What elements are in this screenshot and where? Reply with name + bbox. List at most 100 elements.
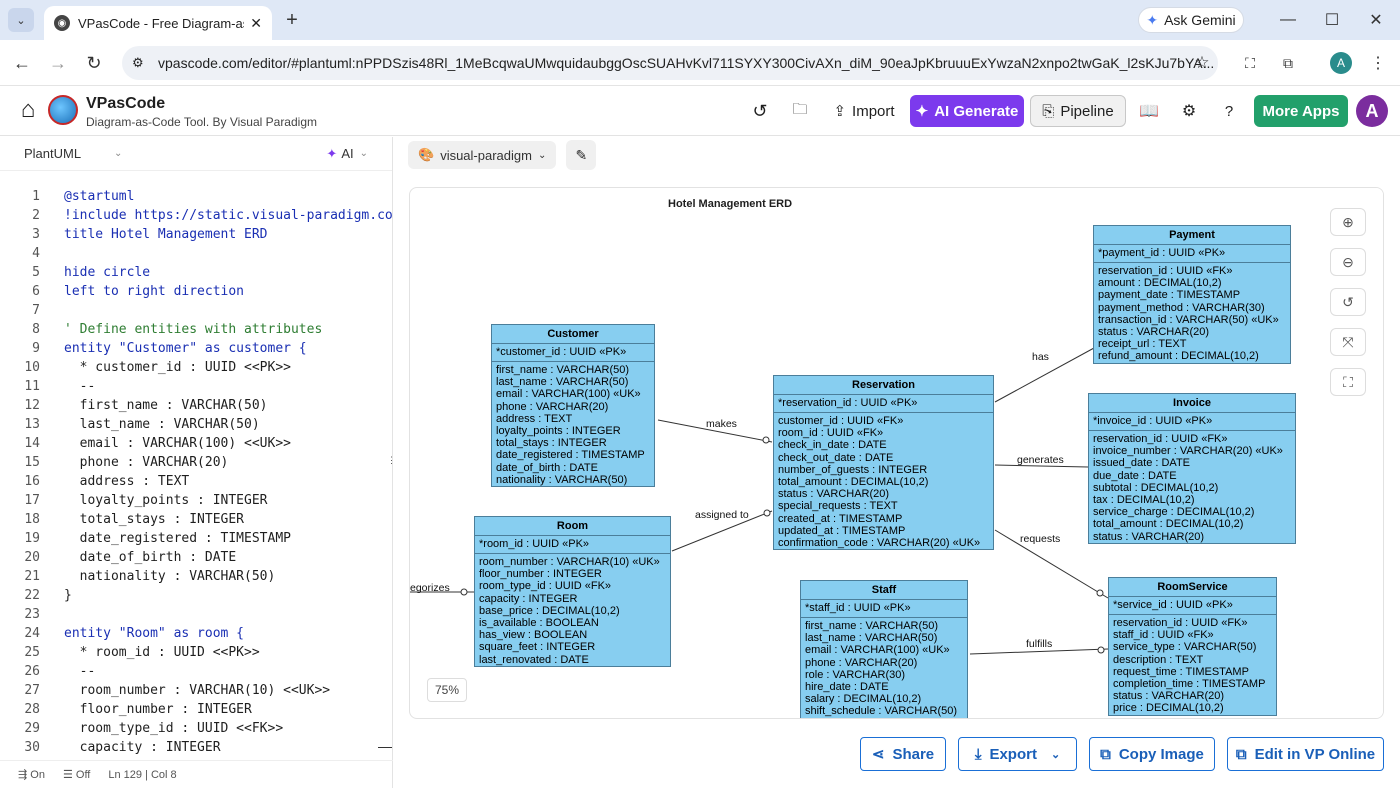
entity-reservation[interactable]: Reservation *reservation_id : UUID «PK» cu…: [773, 375, 994, 551]
maximize-icon[interactable]: ☐: [1320, 8, 1344, 32]
open-folder-icon[interactable]: 🗀: [786, 95, 814, 127]
pipeline-button[interactable]: ⎘ Pipeline: [1030, 95, 1126, 127]
entity-customer[interactable]: Customer *customer_id : UUID «PK» first_na…: [491, 324, 655, 488]
profile-avatar[interactable]: A: [1330, 52, 1352, 74]
chevron-down-icon[interactable]: ⌄: [114, 148, 122, 159]
line-number: 12: [24, 398, 40, 413]
download-icon: ⤓: [974, 745, 982, 763]
minimap-toggle[interactable]: ☰ Off: [63, 768, 90, 781]
fit-screen-icon[interactable]: ⤧: [1330, 328, 1366, 356]
entity-payment[interactable]: Payment *payment_id : UUID «PK» reservatio…: [1093, 225, 1291, 364]
sparkle-icon: ✦: [915, 103, 929, 120]
code-area[interactable]: 1 @startuml 2 !include https://static.visua…: [0, 187, 393, 757]
tab-search-icon[interactable]: ⌄: [8, 8, 34, 32]
screenshot-icon[interactable]: ⛶: [1238, 51, 1262, 75]
ai-menu-button[interactable]: AI: [341, 146, 353, 161]
entity-attribute: refund_amount : DECIMAL(10,2): [1098, 350, 1259, 363]
menu-kebab-icon[interactable]: ⋮: [1366, 51, 1390, 75]
app-logo: [48, 95, 78, 125]
more-apps-button[interactable]: More Apps: [1254, 95, 1348, 127]
import-button[interactable]: ⇪ Import: [826, 95, 902, 127]
entity-attribute: loyalty_points : INTEGER: [496, 425, 621, 438]
line-number: 26: [24, 664, 40, 679]
home-icon[interactable]: ⌂: [14, 96, 42, 124]
edit-pencil-icon[interactable]: ✎: [566, 140, 597, 170]
reset-view-icon[interactable]: ↺: [1330, 288, 1366, 316]
back-icon[interactable]: ←: [10, 51, 34, 75]
code-text: --: [64, 379, 96, 394]
code-line: 18 total_stays : INTEGER: [0, 510, 393, 529]
relation-label: makes: [706, 418, 737, 430]
code-text: date_registered : TIMESTAMP: [64, 531, 291, 546]
entity-attribute: description : TEXT: [1113, 653, 1204, 666]
relation-label: generates: [1017, 454, 1064, 466]
user-avatar[interactable]: A: [1356, 95, 1388, 127]
entity-attribute: last_renovated : DATE: [479, 653, 589, 666]
entity-roomservice[interactable]: RoomService *service_id : UUID «PK» reserv…: [1108, 577, 1277, 716]
entity-staff[interactable]: Staff *staff_id : UUID «PK» first_name : V…: [800, 580, 968, 718]
close-window-icon[interactable]: ✕: [1364, 8, 1388, 32]
reload-icon[interactable]: ↻: [82, 51, 106, 75]
entity-attribute: email : VARCHAR(100) «UK»: [496, 388, 641, 401]
ai-chevron-icon[interactable]: ⌄: [360, 148, 368, 159]
line-number: 21: [24, 569, 40, 584]
browser-tab[interactable]: ◉ VPasCode - Free Diagram-as-Co ✕: [44, 6, 272, 40]
new-tab-icon[interactable]: +: [280, 8, 304, 32]
entity-header: RoomService: [1109, 578, 1276, 597]
extensions-icon[interactable]: ⧉: [1276, 51, 1300, 75]
chevron-down-icon: ⌄: [537, 149, 547, 161]
entity-attribute: base_price : DECIMAL(10,2): [479, 604, 620, 617]
minimize-icon[interactable]: —: [1276, 8, 1300, 32]
copy-image-button[interactable]: ⧉ Copy Image: [1089, 737, 1215, 771]
code-text: email : VARCHAR(100) <<UK>>: [64, 436, 291, 451]
settings-gear-icon[interactable]: ⚙: [1176, 95, 1202, 127]
code-text: !include https://static.visual-paradigm.…: [64, 208, 393, 223]
entity-attribute: has_view : BOOLEAN: [479, 629, 588, 642]
entity-room[interactable]: Room *room_id : UUID «PK» room_number : VA…: [474, 516, 671, 667]
scrollbar-thumb[interactable]: [378, 747, 392, 748]
language-select[interactable]: PlantUML: [24, 146, 114, 161]
close-tab-icon[interactable]: ✕: [250, 15, 262, 32]
line-number: 4: [32, 246, 40, 261]
share-button[interactable]: ⋖ Share: [860, 737, 946, 771]
zoom-out-icon[interactable]: ⊖: [1330, 248, 1366, 276]
code-line: 19 date_registered : TIMESTAMP: [0, 529, 393, 548]
export-button[interactable]: ⤓ Export ⌄: [958, 737, 1077, 771]
wrap-icon: ⇶: [18, 769, 31, 781]
help-icon[interactable]: ?: [1216, 95, 1242, 127]
code-line: 22}: [0, 586, 393, 605]
zoom-in-icon[interactable]: ⊕: [1330, 208, 1366, 236]
forward-icon[interactable]: →: [46, 51, 70, 75]
ask-gemini-button[interactable]: ✦ Ask Gemini: [1138, 7, 1244, 33]
entity-header: Staff: [801, 581, 967, 600]
line-number: 30: [24, 740, 40, 755]
entity-primary-key: *payment_id : UUID «PK»: [1094, 245, 1290, 263]
entity-primary-key: *service_id : UUID «PK»: [1109, 597, 1276, 615]
history-icon[interactable]: ↺: [746, 95, 774, 127]
diagram-canvas[interactable]: Hotel Management ERD makes assigned to h…: [409, 187, 1384, 719]
code-text: * room_id : UUID <<PK>>: [64, 645, 260, 660]
book-icon[interactable]: 📖: [1136, 95, 1162, 127]
url-field[interactable]: ⚙ vpascode.com/editor/#plantuml:nPPDSzis…: [122, 46, 1218, 80]
entity-attribute: floor_number : INTEGER: [479, 568, 602, 581]
line-number: 11: [24, 379, 40, 394]
wrap-toggle[interactable]: ⇶ On: [18, 768, 45, 781]
edit-in-vp-online-button[interactable]: ⧉ Edit in VP Online: [1227, 737, 1384, 771]
entity-attribute: salary : DECIMAL(10,2): [805, 693, 922, 706]
entity-attribute: completion_time : TIMESTAMP: [1113, 678, 1266, 691]
code-line: 3 title Hotel Management ERD: [0, 225, 393, 244]
browser-tab-bar: ⌄ ◉ VPasCode - Free Diagram-as-Co ✕ + ✦A…: [0, 0, 1400, 40]
bookmark-star-icon[interactable]: ☆: [1190, 51, 1214, 75]
entity-header: Customer: [492, 325, 654, 344]
fullscreen-icon[interactable]: ⛶: [1330, 368, 1366, 396]
entity-attribute: payment_date : TIMESTAMP: [1098, 289, 1241, 302]
theme-select[interactable]: 🎨 visual-paradigm ⌄: [408, 141, 557, 169]
entity-attribute: payment_method : VARCHAR(30): [1098, 301, 1265, 314]
entity-attribute: number_of_guests : INTEGER: [778, 463, 928, 476]
entity-attribute: room_id : UUID «FK»: [778, 427, 884, 440]
pane-resize-handle[interactable]: ⋮: [387, 455, 396, 469]
entity-attribute: status : VARCHAR(20): [778, 488, 890, 501]
ai-generate-button[interactable]: ✦ AI Generate: [910, 95, 1024, 127]
entity-invoice[interactable]: Invoice *invoice_id : UUID «PK» reservatio…: [1088, 393, 1296, 544]
site-info-icon[interactable]: ⚙: [132, 55, 144, 71]
